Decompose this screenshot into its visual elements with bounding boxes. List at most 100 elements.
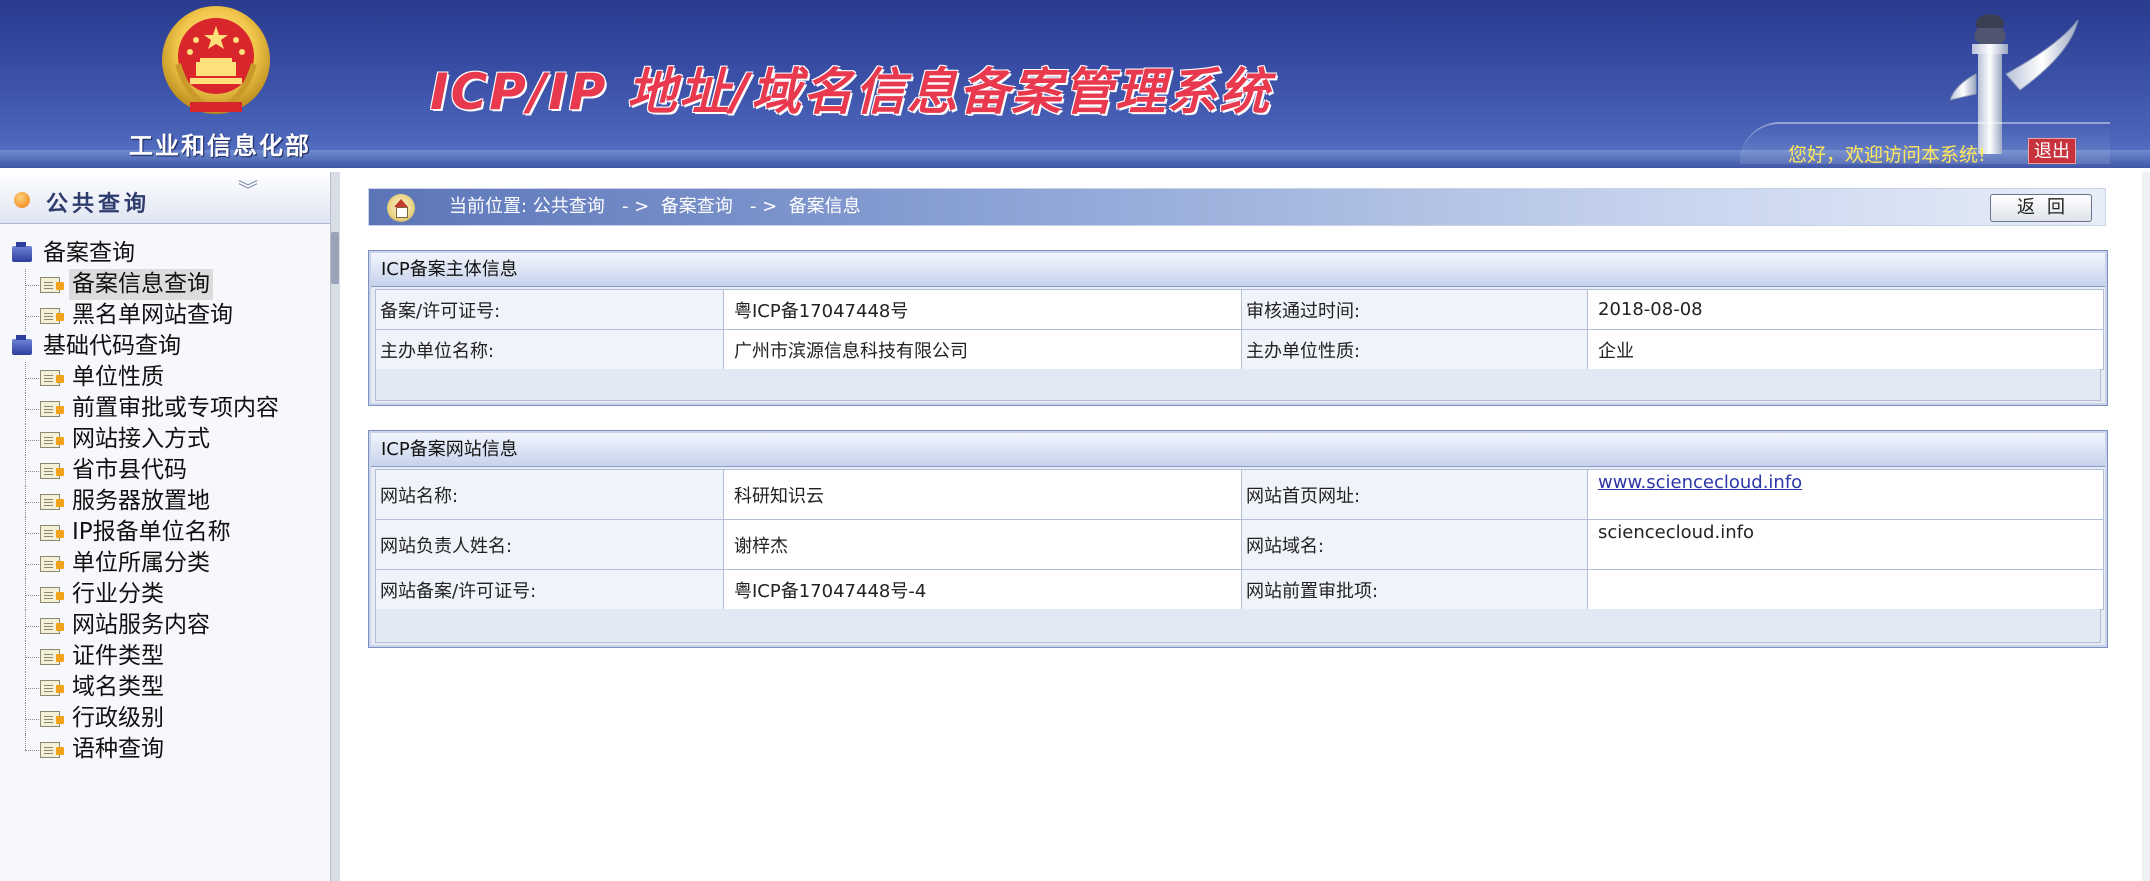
tree-item[interactable]: 黑名单网站查询	[0, 300, 330, 331]
tree-item-label: 网站服务内容	[72, 612, 210, 638]
tree-item[interactable]: 省市县代码	[0, 455, 330, 486]
tree-connector	[25, 626, 39, 627]
logout-button[interactable]: 退出	[2028, 138, 2076, 164]
tree-item[interactable]: 网站接入方式	[0, 424, 330, 455]
tree-item[interactable]: 单位性质	[0, 362, 330, 393]
tree-item-label: IP报备单位名称	[72, 519, 231, 545]
subject-info-panel: ICP备案主体信息 备案/许可证号: 粤ICP备17047448号 审核通过时间…	[368, 250, 2108, 406]
document-icon	[40, 277, 64, 293]
ministry-name: 工业和信息化部	[129, 131, 311, 160]
tree-connector	[25, 285, 39, 286]
tree-item-label: 黑名单网站查询	[72, 302, 233, 328]
site-record-number-label: 网站备案/许可证号:	[375, 569, 724, 610]
content-scrollbar[interactable]	[2142, 172, 2150, 881]
tree-item[interactable]: 行政级别	[0, 703, 330, 734]
tree-connector	[25, 471, 39, 472]
document-icon	[40, 680, 64, 696]
sidebar-tree: 备案查询备案信息查询 黑名单网站查询基础代码查询单位性质 前置审批或专项内容 网站接入…	[0, 238, 330, 765]
website-info-table: 网站名称: 科研知识云 网站首页网址: www.sciencecloud.inf…	[375, 469, 2104, 610]
tree-connector	[25, 595, 39, 596]
folder-icon	[12, 242, 32, 262]
tree-connector	[25, 719, 39, 720]
document-icon	[40, 587, 64, 603]
pre-approval-label: 网站前置审批项:	[1241, 569, 1588, 610]
tree-item[interactable]: 证件类型	[0, 641, 330, 672]
back-button[interactable]: 返回	[1990, 194, 2092, 222]
orange-dot-icon	[14, 192, 30, 208]
tree-item-label: 语种查询	[72, 736, 164, 762]
table-row: 网站负责人姓名: 谢梓杰 网站域名: sciencecloud.info	[375, 519, 2104, 570]
document-icon	[40, 494, 64, 510]
panel-footer	[375, 609, 2101, 643]
tree-item[interactable]: 单位所属分类	[0, 548, 330, 579]
tree-folder-label: 备案查询	[43, 240, 135, 266]
home-icon	[387, 194, 415, 222]
tree-item-label: 网站接入方式	[72, 426, 210, 452]
homepage-url-link[interactable]: www.sciencecloud.info	[1598, 472, 1802, 493]
document-icon	[40, 525, 64, 541]
national-emblem-icon	[162, 6, 270, 114]
table-row: 主办单位名称: 广州市滨源信息科技有限公司 主办单位性质: 企业	[375, 329, 2104, 370]
sidebar-header[interactable]: 公共查询 ︾	[0, 172, 332, 224]
table-row: 网站名称: 科研知识云 网站首页网址: www.sciencecloud.inf…	[375, 469, 2104, 520]
tree-item-label: 行政级别	[72, 705, 164, 731]
tree-item[interactable]: 前置审批或专项内容	[0, 393, 330, 424]
breadcrumb-text: 当前位置: 公共查询 - > 备案查询 - > 备案信息	[449, 196, 861, 217]
tree-connector	[25, 750, 39, 751]
table-row: 备案/许可证号: 粤ICP备17047448号 审核通过时间: 2018-08-…	[375, 289, 2104, 330]
tree-item-label: 备案信息查询	[69, 269, 213, 300]
tree-item-label: 域名类型	[72, 674, 164, 700]
document-icon	[40, 618, 64, 634]
welcome-message: 您好，欢迎访问本系统!	[1788, 144, 1986, 166]
tree-item[interactable]: 网站服务内容	[0, 610, 330, 641]
tree-connector	[25, 502, 39, 503]
tree-item[interactable]: 备案信息查询	[0, 269, 330, 300]
website-info-panel: ICP备案网站信息 网站名称: 科研知识云 网站首页网址: www.scienc…	[368, 430, 2108, 648]
tree-item-label: 行业分类	[72, 581, 164, 607]
organizer-type-value: 企业	[1587, 329, 2104, 370]
breadcrumb: 当前位置: 公共查询 - > 备案查询 - > 备案信息	[368, 188, 2106, 226]
organizer-name-label: 主办单位名称:	[375, 329, 724, 370]
site-manager-label: 网站负责人姓名:	[375, 519, 724, 570]
document-icon	[40, 649, 64, 665]
tree-folder-label: 基础代码查询	[43, 333, 181, 359]
site-manager-value: 谢梓杰	[723, 519, 1242, 570]
splitter-grip[interactable]	[331, 232, 339, 284]
record-number-label: 备案/许可证号:	[375, 289, 724, 330]
panel-title: ICP备案主体信息	[381, 259, 518, 280]
tree-item-label: 单位所属分类	[72, 550, 210, 576]
tree-item[interactable]: IP报备单位名称	[0, 517, 330, 548]
document-icon	[40, 432, 64, 448]
tree-folder[interactable]: 备案查询	[0, 238, 330, 269]
tree-connector	[25, 378, 39, 379]
tree-connector	[25, 564, 39, 565]
tree-item[interactable]: 域名类型	[0, 672, 330, 703]
tree-item-label: 前置审批或专项内容	[72, 395, 279, 421]
tree-folder[interactable]: 基础代码查询	[0, 331, 330, 362]
document-icon	[40, 308, 64, 324]
tree-connector	[25, 533, 39, 534]
tree-item[interactable]: 服务器放置地	[0, 486, 330, 517]
panel-title: ICP备案网站信息	[381, 439, 518, 460]
system-title: ICP/IP 地址/域名信息备案管理系统	[430, 63, 1272, 121]
tree-connector	[25, 734, 26, 750]
approval-date-label: 审核通过时间:	[1241, 289, 1588, 330]
site-name-label: 网站名称:	[375, 469, 724, 520]
chevron-double-down-icon[interactable]: ︾	[238, 180, 258, 200]
record-number-value: 粤ICP备17047448号	[723, 289, 1242, 330]
tree-item-label: 省市县代码	[72, 457, 187, 483]
site-name-value: 科研知识云	[723, 469, 1242, 520]
tree-connector	[25, 688, 39, 689]
tree-item[interactable]: 行业分类	[0, 579, 330, 610]
document-icon	[40, 711, 64, 727]
organizer-name-value: 广州市滨源信息科技有限公司	[723, 329, 1242, 370]
sidebar-title: 公共查询	[46, 192, 151, 217]
document-icon	[40, 463, 64, 479]
tree-item[interactable]: 语种查询	[0, 734, 330, 765]
tree-item-label: 证件类型	[72, 643, 164, 669]
site-domain-label: 网站域名:	[1241, 519, 1588, 570]
approval-date-value: 2018-08-08	[1587, 289, 2104, 330]
document-icon	[40, 401, 64, 417]
header-banner: 工业和信息化部 ICP/IP 地址/域名信息备案管理系统 您好，欢迎访问本系统!…	[0, 0, 2150, 168]
document-icon	[40, 556, 64, 572]
